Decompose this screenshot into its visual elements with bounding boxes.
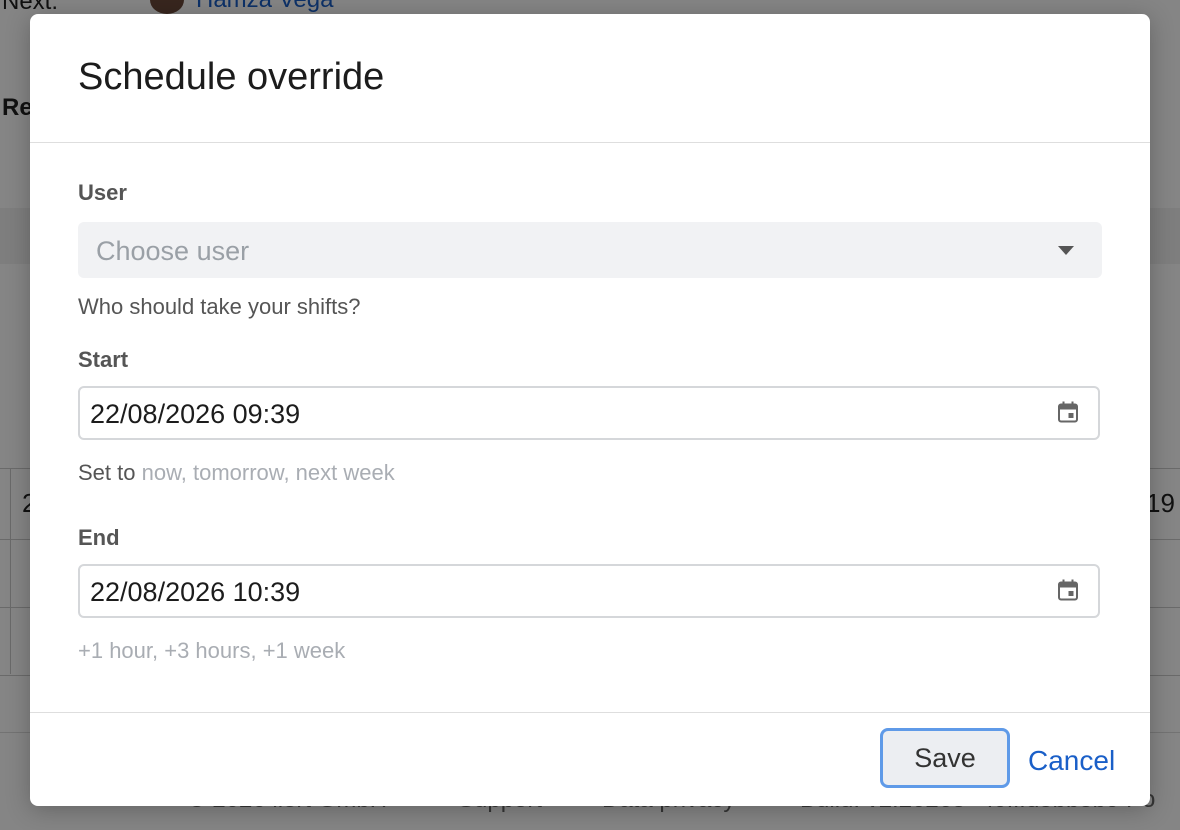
cancel-button[interactable]: Cancel: [1028, 745, 1115, 777]
set-to-label: Set to: [78, 460, 136, 485]
schedule-override-dialog: Schedule override User Choose user Who s…: [30, 14, 1150, 806]
start-quick-set: Set to now, tomorrow, next week: [78, 460, 395, 486]
start-label: Start: [78, 347, 129, 372]
end-quick-links[interactable]: +1 hour, +3 hours, +1 week: [78, 638, 345, 663]
calendar-icon[interactable]: [1056, 400, 1080, 424]
start-quick-links[interactable]: now, tomorrow, next week: [142, 460, 395, 485]
start-datetime-value: 22/08/2026 09:39: [90, 399, 301, 429]
save-button[interactable]: Save: [880, 728, 1010, 788]
chevron-down-icon: [1058, 246, 1074, 255]
start-datetime-input[interactable]: 22/08/2026 09:39: [78, 386, 1100, 440]
user-label: User: [78, 180, 127, 205]
calendar-icon[interactable]: [1056, 578, 1080, 602]
user-select[interactable]: Choose user: [78, 222, 1102, 278]
user-select-placeholder: Choose user: [96, 236, 250, 266]
end-label: End: [78, 525, 120, 550]
end-quick-set: +1 hour, +3 hours, +1 week: [78, 638, 345, 664]
dialog-footer: Save Cancel: [30, 712, 1150, 806]
dialog-title: Schedule override: [78, 56, 385, 98]
end-datetime-input[interactable]: 22/08/2026 10:39: [78, 564, 1100, 618]
user-help-text: Who should take your shifts?: [78, 294, 361, 319]
end-datetime-value: 22/08/2026 10:39: [90, 577, 301, 607]
dialog-header: Schedule override: [30, 14, 1150, 143]
